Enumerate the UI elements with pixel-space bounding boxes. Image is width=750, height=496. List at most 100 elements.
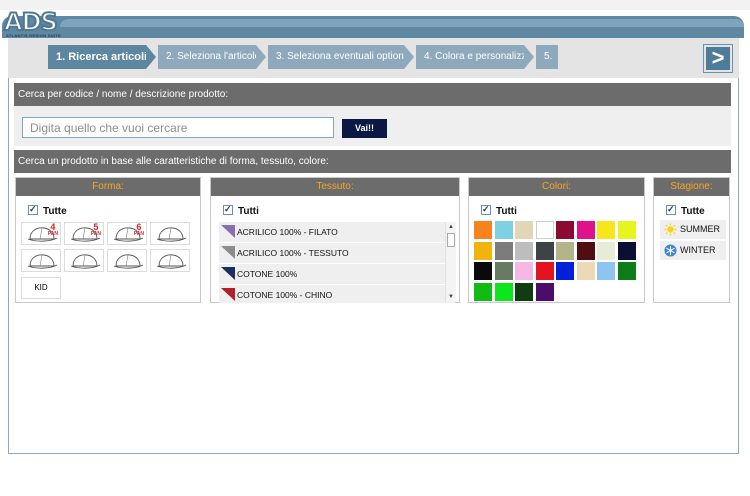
tessuto-item[interactable]: COTONE 100% - CHINO [219,285,455,303]
color-swatch[interactable] [535,282,554,301]
season-winter-label: WINTER [680,245,716,255]
forma-panel: Forma: Tutte 4PAN 5PAN 6PAN KID [15,177,201,303]
color-swatch[interactable] [556,241,574,260]
tessuto-item-label: ACRILICO 100% - FILATO [237,227,338,237]
shape-option[interactable] [107,249,147,272]
scroll-up-arrow-icon[interactable]: ▲ [446,222,456,232]
cap-outline-icon [156,227,187,242]
search-go-button[interactable]: Vai!! [342,119,387,138]
shape-option[interactable] [150,222,190,245]
search-heading: Cerca per codice / nome / descrizione pr… [14,83,731,106]
tessuto-all-checkbox[interactable] [223,203,233,215]
logo-text: ADS [3,7,59,37]
snowflake-icon [664,244,677,257]
scroll-down-arrow-icon[interactable]: ▼ [446,292,456,302]
forma-all-label: Tutte [43,206,67,217]
color-swatch[interactable] [474,221,492,239]
color-swatch[interactable] [535,221,554,239]
color-swatch[interactable] [494,221,513,239]
ads-logo[interactable]: ADS ATLANTIS DESIGN SUITE [3,7,62,38]
shape-option[interactable]: 5 PAN [64,222,104,245]
stagione-panel: Stagione: Tutte SUMMER WINTER [653,177,730,303]
search-input[interactable] [22,117,334,138]
header-band [2,16,744,38]
color-swatch[interactable] [597,241,615,260]
step-2-seleziona-articolo[interactable]: 2. Seleziona l'articolo [158,45,268,69]
sun-icon [664,223,677,236]
stagione-all-checkbox[interactable] [666,203,676,215]
tessuto-item[interactable]: ACRILICO 100% - TESSUTO [219,243,455,263]
color-swatch[interactable] [474,241,492,260]
step-label: 2. Seleziona l'articolo [166,51,261,62]
step-label: 5. [544,51,553,62]
color-swatch[interactable] [576,241,595,260]
stagione-all-label: Tutte [681,206,705,217]
color-swatch[interactable] [494,282,513,301]
tessuto-item[interactable]: COTONE 100% [219,264,455,284]
step-1-ricerca-articoli[interactable]: 1. Ricerca articoli [48,45,158,69]
color-swatch[interactable] [515,282,533,301]
stagione-all-row[interactable]: Tutte [666,203,705,217]
color-swatch[interactable] [617,262,636,280]
color-swatch[interactable] [474,282,492,301]
forma-all-row[interactable]: Tutte [28,203,67,217]
colori-all-label: Tutti [496,206,517,217]
color-swatch[interactable] [576,221,595,239]
colori-all-row[interactable]: Tutti [481,203,517,217]
color-swatch[interactable] [556,221,574,239]
cap-baseball-icon [70,254,101,269]
tessuto-item-label: COTONE 100% - CHINO [237,290,333,300]
tessuto-item[interactable]: ACRILICO 100% - FILATO [219,222,455,242]
color-swatch[interactable] [576,262,595,280]
color-swatch[interactable] [474,262,492,280]
color-swatch[interactable] [535,262,554,280]
step-5[interactable]: 5. [536,45,558,69]
panel-count-badge: 6 PAN [133,222,144,237]
shape-option[interactable] [150,249,190,272]
season-winter[interactable]: WINTER [660,241,726,260]
tessuto-panel: Tessuto: Tutti ACRILICO 100% - FILATOACR… [210,177,460,303]
shape-option[interactable] [21,249,61,272]
colori-panel: Colori: Tutti [468,177,645,303]
step-label: 4. Colora e personalizza [424,51,532,62]
colori-title: Colori: [469,178,644,196]
color-swatch[interactable] [515,241,533,260]
forma-all-checkbox[interactable] [28,203,38,215]
next-step-button[interactable]: > [703,44,733,73]
shape-option[interactable]: 6 PAN [107,222,147,245]
shape-option[interactable]: 4 PAN [21,222,61,245]
shape-kid[interactable]: KID [21,277,61,299]
color-swatch[interactable] [597,221,615,239]
panel-count-badge: 5 PAN [90,222,101,237]
filters-heading: Cerca un prodotto in base alle caratteri… [14,150,731,173]
fabric-swatch-icon [221,288,235,301]
search-area: Vai!! [14,106,731,146]
color-swatch[interactable] [515,262,533,280]
shape-option[interactable] [64,249,104,272]
color-swatch[interactable] [617,241,636,260]
color-swatch[interactable] [617,221,636,239]
tessuto-item-label: ACRILICO 100% - TESSUTO [237,248,349,258]
tessuto-all-row[interactable]: Tutti [223,203,259,217]
season-summer-label: SUMMER [680,224,720,234]
step-label: 1. Ricerca articoli [56,51,148,63]
tessuto-item-label: COTONE 100% [237,269,298,279]
tessuto-scrollbar[interactable]: ▲ ▼ [445,222,456,302]
color-swatch[interactable] [535,241,554,260]
forma-title: Forma: [16,178,200,196]
color-swatch[interactable] [515,221,533,239]
cap-trucker-icon [27,254,58,269]
colori-all-checkbox[interactable] [481,203,491,215]
color-swatch[interactable] [494,262,513,280]
wizard-steps: 1. Ricerca articoli 2. Seleziona l'artic… [8,38,739,78]
stagione-title: Stagione: [654,178,729,196]
scroll-thumb[interactable] [447,233,455,247]
color-swatch[interactable] [556,262,574,280]
color-swatch[interactable] [597,262,615,280]
step-3-seleziona-optional[interactable]: 3. Seleziona eventuali optional [268,45,416,69]
season-summer[interactable]: SUMMER [660,220,726,239]
step-4-colora-personalizza[interactable]: 4. Colora e personalizza [416,45,536,69]
fabric-swatch-icon [221,225,235,238]
step-label: 3. Seleziona eventuali optional [276,51,412,62]
color-swatch[interactable] [494,241,513,260]
